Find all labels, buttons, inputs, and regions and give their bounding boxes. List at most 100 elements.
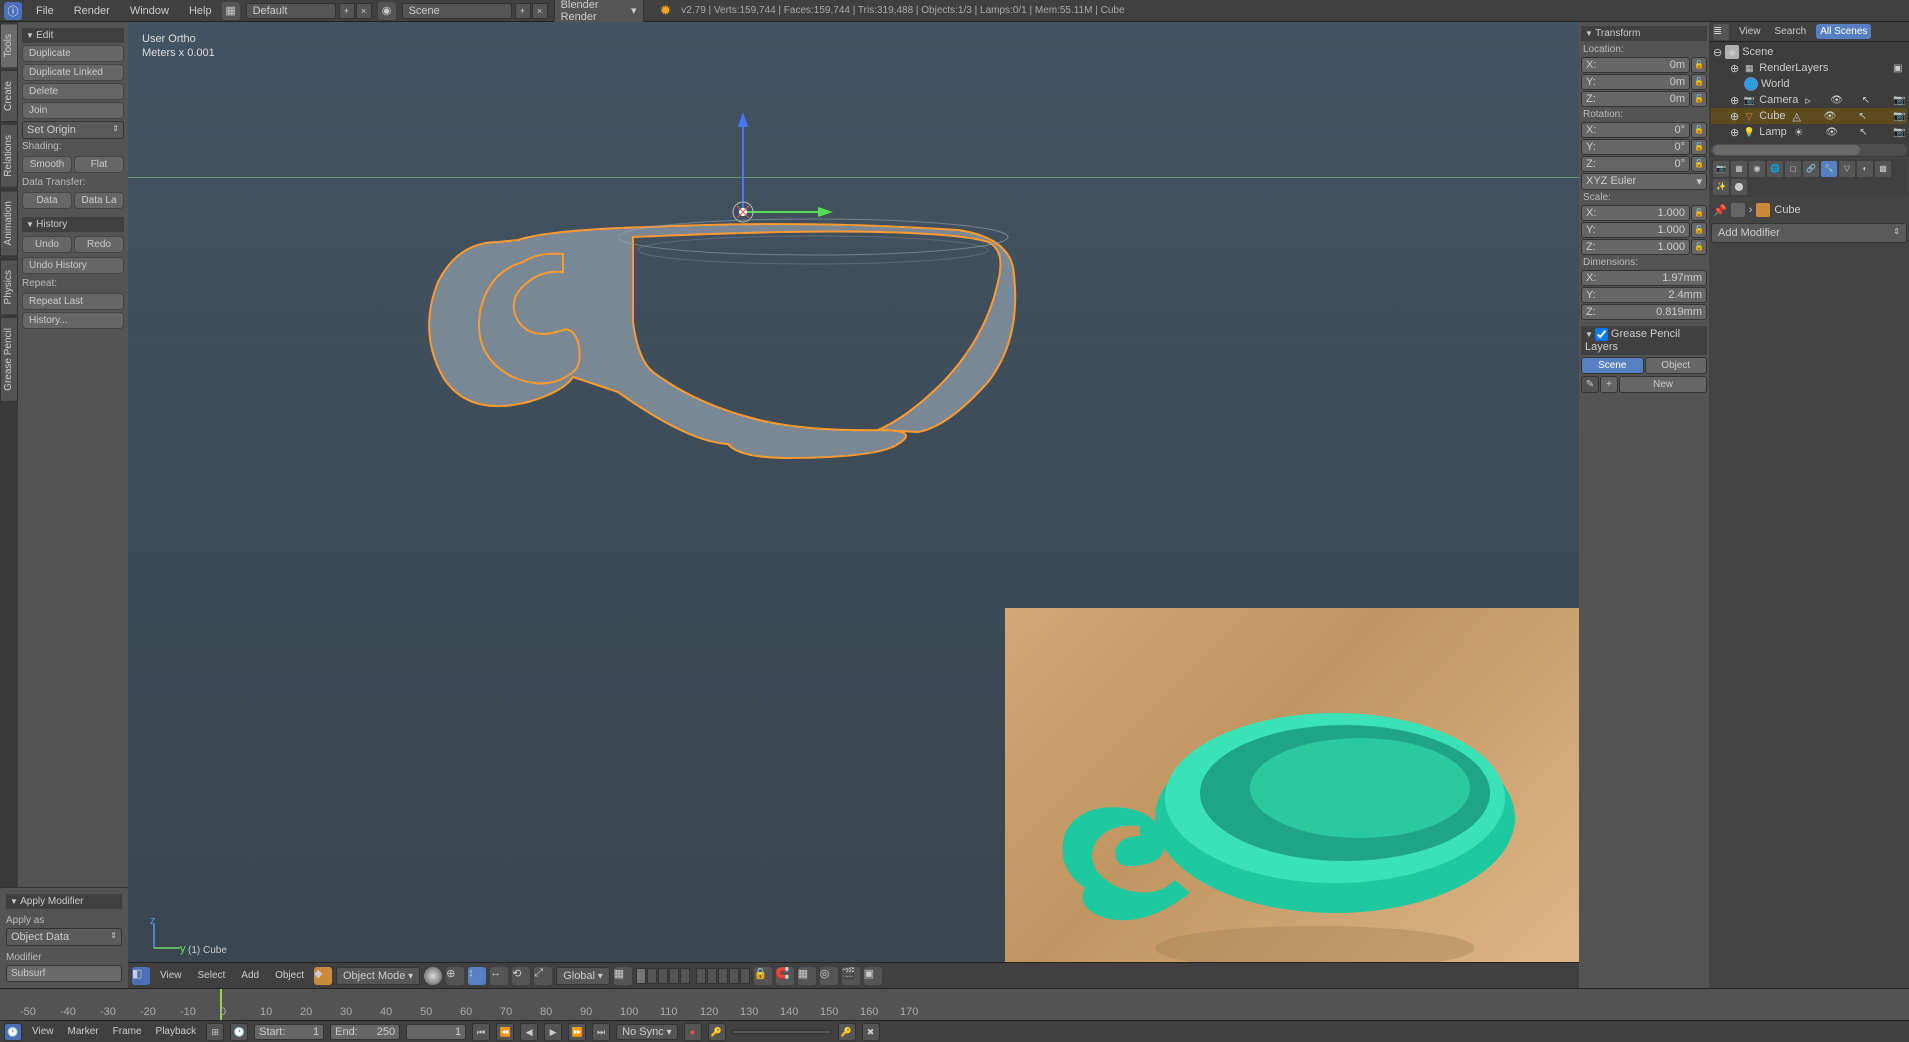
tl-menu-marker[interactable]: Marker: [64, 1026, 103, 1037]
data-layout-button[interactable]: Data La: [74, 192, 124, 209]
tab-texture-icon[interactable]: ▩: [1875, 161, 1891, 177]
tree-row-renderlayers[interactable]: ⊕▦RenderLayers▣: [1711, 60, 1907, 76]
mode-dropdown[interactable]: Object Mode ▾: [336, 967, 420, 985]
proportional-edit-icon[interactable]: ◎: [820, 967, 838, 985]
pin-icon[interactable]: 📌: [1713, 204, 1727, 217]
play-icon[interactable]: ▶: [544, 1023, 562, 1041]
vh-menu-view[interactable]: View: [154, 968, 188, 983]
scene-dropdown[interactable]: Scene: [402, 3, 512, 19]
scene-icon[interactable]: ◉: [378, 2, 396, 20]
lock-icon[interactable]: 🔓: [1691, 57, 1707, 73]
tab-particles-icon[interactable]: ✨: [1713, 179, 1729, 195]
duplicate-button[interactable]: Duplicate: [22, 45, 124, 62]
tab-material-icon[interactable]: ◐: [1857, 161, 1873, 177]
tab-grease-pencil[interactable]: Grease Pencil: [0, 317, 18, 402]
rotation-mode-dropdown[interactable]: XYZ Euler▾: [1581, 173, 1707, 190]
tab-tools[interactable]: Tools: [0, 23, 18, 68]
render-icon[interactable]: 📷: [1893, 127, 1905, 138]
mode-icon[interactable]: ◆: [314, 967, 332, 985]
dim-x-field[interactable]: X:1.97mm: [1581, 270, 1707, 286]
manipulator-toggle-icon[interactable]: ↕: [468, 967, 486, 985]
lock-camera-icon[interactable]: 🔒: [754, 967, 772, 985]
auto-keyframe-icon[interactable]: ●: [684, 1023, 702, 1041]
cursor-icon[interactable]: ↖: [1859, 127, 1871, 138]
scale-z-field[interactable]: Z:1.000: [1581, 239, 1690, 255]
screen-layout-icon[interactable]: ▦: [222, 2, 240, 20]
snap-icon[interactable]: 🧲: [776, 967, 794, 985]
outliner-menu-view[interactable]: View: [1735, 24, 1765, 39]
scale-y-field[interactable]: Y:1.000: [1581, 222, 1690, 238]
pivot-icon[interactable]: ⊕: [446, 967, 464, 985]
rot-y-field[interactable]: Y:0°: [1581, 139, 1690, 155]
play-reverse-icon[interactable]: ◀: [520, 1023, 538, 1041]
menu-window[interactable]: Window: [120, 5, 179, 17]
redo-button[interactable]: Redo: [74, 236, 124, 253]
lock-icon[interactable]: 🔓: [1691, 74, 1707, 90]
tree-row-camera[interactable]: ⊕📷Camera▹👁↖📷: [1711, 92, 1907, 108]
render-icon[interactable]: 📷: [1893, 111, 1905, 122]
lock-icon[interactable]: 🔓: [1691, 139, 1707, 155]
add-modifier-dropdown[interactable]: Add Modifier: [1711, 223, 1907, 243]
tab-world-icon[interactable]: 🌐: [1767, 161, 1783, 177]
outliner-filter-dropdown[interactable]: All Scenes: [1816, 24, 1871, 39]
tl-menu-playback[interactable]: Playback: [152, 1026, 201, 1037]
layout-remove-button[interactable]: ×: [356, 3, 372, 19]
duplicate-linked-button[interactable]: Duplicate Linked: [22, 64, 124, 81]
manip-rotate-icon[interactable]: ⟲: [512, 967, 530, 985]
tab-create[interactable]: Create: [0, 70, 18, 122]
lock-icon[interactable]: 🔓: [1691, 122, 1707, 138]
undo-button[interactable]: Undo: [22, 236, 72, 253]
info-editor-icon[interactable]: ⓘ: [4, 2, 22, 20]
lock-icon[interactable]: 🔓: [1691, 222, 1707, 238]
apply-modifier-header[interactable]: Apply Modifier: [6, 894, 122, 909]
layers-icon[interactable]: ▣: [1893, 63, 1905, 74]
smooth-button[interactable]: Smooth: [22, 156, 72, 173]
scene-add-button[interactable]: +: [515, 3, 531, 19]
clock-icon[interactable]: 🕐: [230, 1023, 248, 1041]
shading-sphere-icon[interactable]: [424, 967, 442, 985]
manip-scale-icon[interactable]: ⤢: [534, 967, 552, 985]
timeline-editor-icon[interactable]: 🕐: [4, 1023, 22, 1041]
modifier-name-field[interactable]: Subsurf: [6, 965, 122, 982]
tab-object-icon[interactable]: ◻: [1785, 161, 1801, 177]
timeline-track[interactable]: -50 -40 -30 -20 -10 0 10 20 30 40 50 60 …: [0, 988, 1909, 1020]
end-frame-field[interactable]: End:250: [330, 1024, 400, 1040]
eye-icon[interactable]: 👁: [1830, 95, 1842, 106]
dim-y-field[interactable]: Y:2.4mm: [1581, 287, 1707, 303]
rot-z-field[interactable]: Z:0°: [1581, 156, 1690, 172]
tl-menu-view[interactable]: View: [28, 1026, 58, 1037]
insert-key-icon[interactable]: 🔑: [838, 1023, 856, 1041]
jump-end-icon[interactable]: ⏭: [592, 1023, 610, 1041]
lock-icon[interactable]: 🔓: [1691, 156, 1707, 172]
orientation-dropdown[interactable]: Global ▾: [556, 967, 610, 985]
history-button[interactable]: History...: [22, 312, 124, 329]
render-preview-icon[interactable]: 🎬: [842, 967, 860, 985]
loc-z-field[interactable]: Z:0m: [1581, 91, 1690, 107]
render-icon[interactable]: 📷: [1893, 95, 1905, 106]
data-button[interactable]: Data: [22, 192, 72, 209]
dim-z-field[interactable]: Z:0.819mm: [1581, 304, 1707, 320]
start-frame-field[interactable]: Start:1: [254, 1024, 324, 1040]
set-origin-dropdown[interactable]: Set Origin: [22, 121, 124, 139]
scale-x-field[interactable]: X:1.000: [1581, 205, 1690, 221]
loc-x-field[interactable]: X:0m: [1581, 57, 1690, 73]
flat-button[interactable]: Flat: [74, 156, 124, 173]
outliner-scrollbar[interactable]: [1711, 144, 1907, 156]
range-icon[interactable]: ⊞: [206, 1023, 224, 1041]
gp-checkbox[interactable]: [1595, 328, 1608, 341]
tab-layers-icon[interactable]: ▦: [1731, 161, 1747, 177]
menu-file[interactable]: File: [26, 5, 64, 17]
current-frame-field[interactable]: 1: [406, 1024, 466, 1040]
manip-translate-icon[interactable]: ↔: [490, 967, 508, 985]
layout-add-button[interactable]: +: [339, 3, 355, 19]
outliner-tree[interactable]: ⊖◉Scene ⊕▦RenderLayers▣ 🌐World ⊕📷Camera▹…: [1709, 42, 1909, 157]
history-section-header[interactable]: History: [22, 217, 124, 232]
layout-preset-dropdown[interactable]: Default: [246, 3, 336, 19]
lock-icon[interactable]: 🔓: [1691, 91, 1707, 107]
layers-icon[interactable]: ▦: [614, 967, 632, 985]
vh-menu-select[interactable]: Select: [192, 968, 232, 983]
join-button[interactable]: Join: [22, 102, 124, 119]
grease-pencil-header[interactable]: Grease Pencil Layers: [1581, 326, 1707, 355]
gp-pencil-icon[interactable]: ✎: [1581, 376, 1599, 393]
tab-physics-icon[interactable]: ⬤: [1731, 179, 1747, 195]
